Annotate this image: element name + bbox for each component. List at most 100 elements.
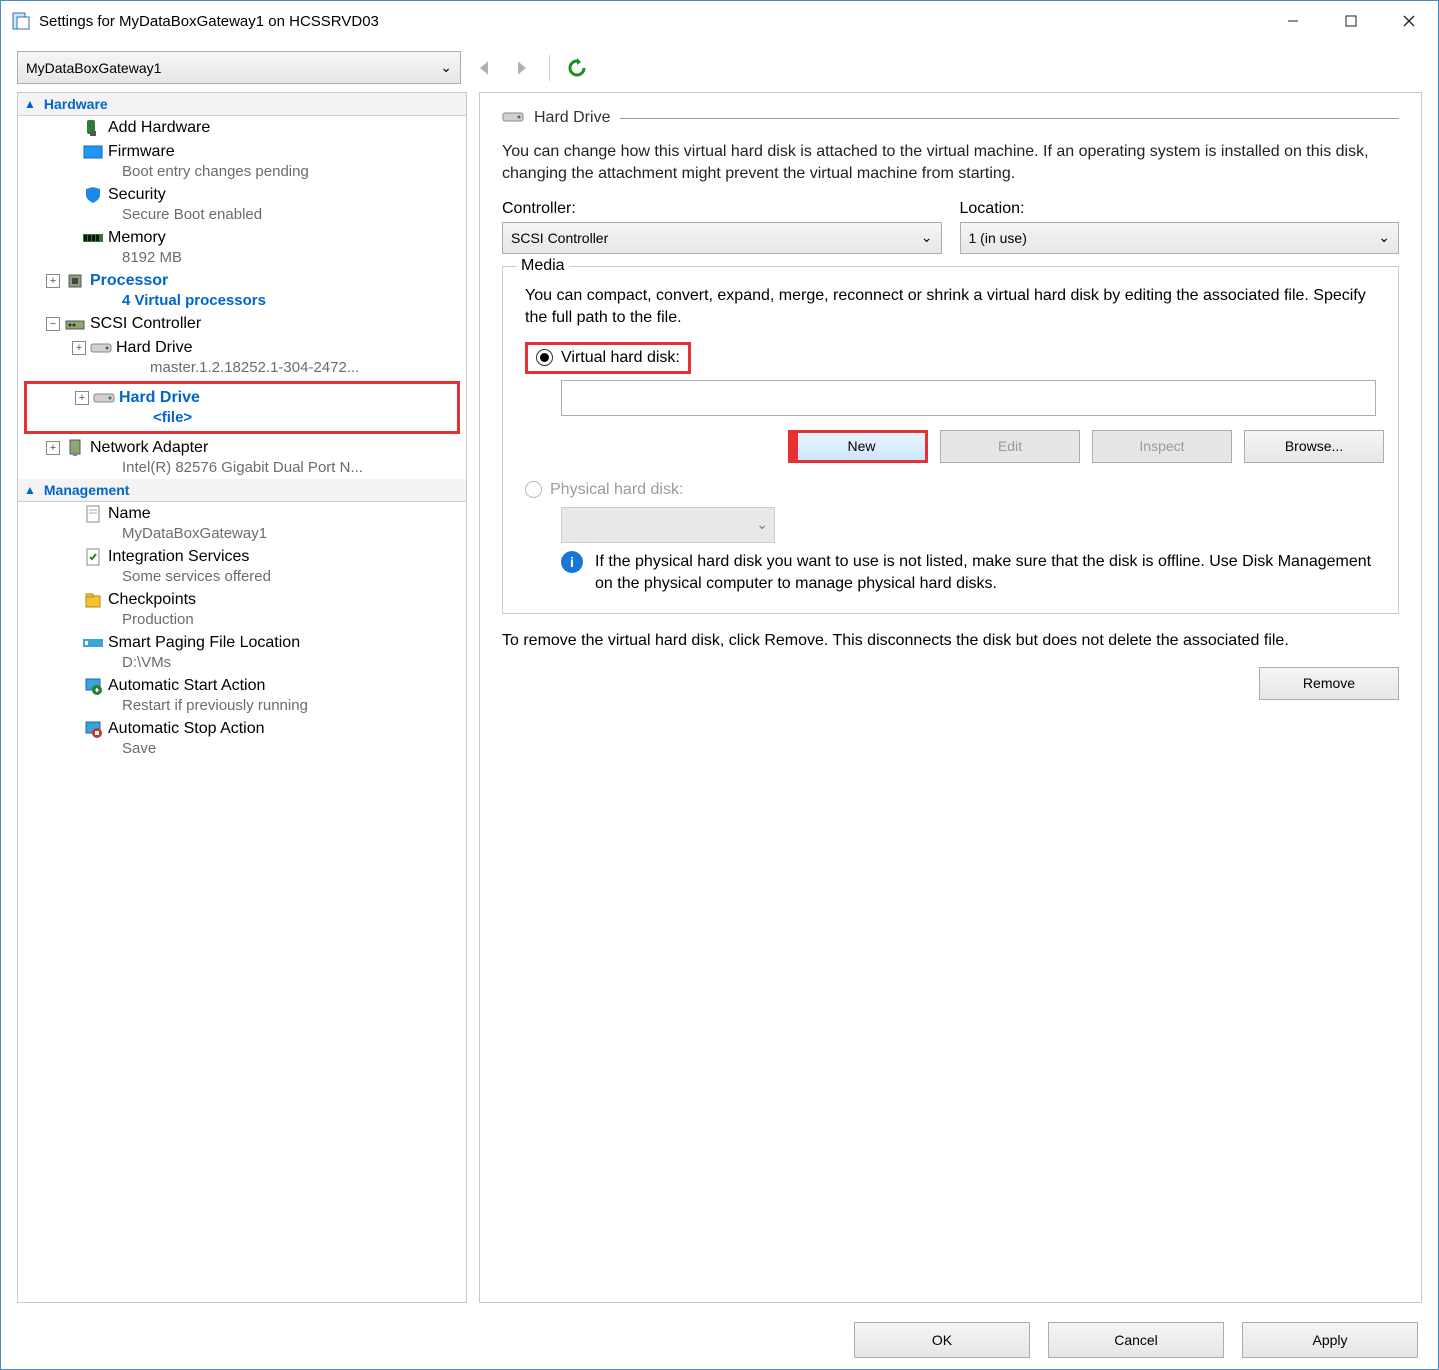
vhd-radio[interactable] <box>536 349 553 366</box>
nav-item-security[interactable]: Security Secure Boot enabled <box>18 183 466 226</box>
nav-item-checkpoints[interactable]: Checkpoints Production <box>18 588 466 631</box>
nav-item-hard-drive-2[interactable]: + Hard Drive <file> <box>27 386 457 429</box>
controller-location-row: Controller: SCSI Controller ⌄ Location: … <box>502 200 1399 254</box>
checkpoints-icon <box>82 591 104 609</box>
vhd-radio-label: Virtual hard disk: <box>561 349 680 367</box>
nav-list: Add Hardware Firmware Boot entry changes… <box>18 116 466 1302</box>
settings-window: Settings for MyDataBoxGateway1 on HCSSRV… <box>0 0 1439 1370</box>
detail-panel: Hard Drive You can change how this virtu… <box>479 92 1422 1303</box>
expand-icon[interactable]: + <box>46 441 60 455</box>
remove-button[interactable]: Remove <box>1259 667 1399 700</box>
hard-drive-icon <box>502 111 524 125</box>
body: ▲ Hardware Add Hardware Firmware <box>1 92 1438 1311</box>
processor-icon <box>64 272 86 290</box>
nav-item-add-hardware[interactable]: Add Hardware <box>18 116 466 140</box>
nav-item-name[interactable]: Name MyDataBoxGateway1 <box>18 502 466 545</box>
nav-item-scsi-controller[interactable]: − SCSI Controller <box>18 312 466 336</box>
browse-button[interactable]: Browse... <box>1244 430 1384 463</box>
chevron-down-icon: ⌄ <box>921 229 933 246</box>
nav-header-label: Management <box>44 482 130 498</box>
nav-back-button[interactable] <box>469 53 499 83</box>
collapse-icon[interactable]: − <box>46 317 60 331</box>
nav-header-hardware[interactable]: ▲ Hardware <box>18 93 466 116</box>
collapse-icon: ▲ <box>24 97 36 111</box>
phys-disk-select: ⌄ <box>561 507 775 543</box>
location-value: 1 (in use) <box>969 230 1027 246</box>
vm-selector-value: MyDataBoxGateway1 <box>26 60 161 76</box>
section-title-line <box>620 118 1399 119</box>
remove-row: Remove <box>502 667 1399 700</box>
inspect-button[interactable]: Inspect <box>1092 430 1232 463</box>
nav-item-hard-drive-2-highlight: + Hard Drive <file> <box>24 381 460 434</box>
media-description: You can compact, convert, expand, merge,… <box>517 285 1384 330</box>
vhd-path-input[interactable] <box>561 380 1376 416</box>
shield-icon <box>82 186 104 204</box>
nav-item-memory[interactable]: Memory 8192 MB <box>18 226 466 269</box>
location-select[interactable]: 1 (in use) ⌄ <box>960 222 1400 254</box>
phys-info-text: If the physical hard disk you want to us… <box>595 551 1380 596</box>
ok-button[interactable]: OK <box>854 1322 1030 1358</box>
vhd-radio-highlight: Virtual hard disk: <box>525 342 691 374</box>
phys-radio-label: Physical hard disk: <box>550 481 683 499</box>
new-button[interactable]: New <box>788 430 928 463</box>
section-title: Hard Drive <box>502 109 1399 127</box>
expand-icon[interactable]: + <box>72 341 86 355</box>
toolbar: MyDataBoxGateway1 ⌄ <box>1 41 1438 92</box>
auto-stop-icon <box>82 720 104 738</box>
close-button[interactable] <box>1380 2 1438 40</box>
vm-selector-dropdown[interactable]: MyDataBoxGateway1 ⌄ <box>17 51 461 84</box>
nav-item-integration-services[interactable]: Integration Services Some services offer… <box>18 545 466 588</box>
memory-icon <box>82 229 104 247</box>
add-hardware-icon <box>82 119 104 137</box>
media-fieldset: Media You can compact, convert, expand, … <box>502 266 1399 615</box>
titlebar: Settings for MyDataBoxGateway1 on HCSSRV… <box>1 1 1438 41</box>
nav-item-hard-drive-1[interactable]: + Hard Drive master.1.2.18252.1-304-2472… <box>18 336 466 379</box>
edit-button[interactable]: Edit <box>940 430 1080 463</box>
cancel-button[interactable]: Cancel <box>1048 1322 1224 1358</box>
expand-icon[interactable]: + <box>46 274 60 288</box>
app-icon <box>11 11 31 31</box>
nav-item-firmware[interactable]: Firmware Boot entry changes pending <box>18 140 466 183</box>
nav-item-network-adapter[interactable]: + Network Adapter Intel(R) 82576 Gigabit… <box>18 436 466 479</box>
nav-item-smart-paging[interactable]: Smart Paging File Location D:\VMs <box>18 631 466 674</box>
info-icon: i <box>561 551 583 573</box>
location-col: Location: 1 (in use) ⌄ <box>960 200 1400 254</box>
nav-item-processor[interactable]: + Processor 4 Virtual processors <box>18 269 466 312</box>
nav-forward-button[interactable] <box>507 53 537 83</box>
integration-icon <box>82 548 104 566</box>
auto-start-icon <box>82 677 104 695</box>
nav-item-auto-start[interactable]: Automatic Start Action Restart if previo… <box>18 674 466 717</box>
phys-radio-row: Physical hard disk: <box>517 481 1384 499</box>
chevron-down-icon: ⌄ <box>756 516 768 533</box>
refresh-button[interactable] <box>562 53 592 83</box>
minimize-button[interactable] <box>1264 2 1322 40</box>
expand-icon[interactable]: + <box>75 391 89 405</box>
nav-item-auto-stop[interactable]: Automatic Stop Action Save <box>18 717 466 760</box>
window-title: Settings for MyDataBoxGateway1 on HCSSRV… <box>39 13 1264 30</box>
hard-drive-icon <box>93 389 115 407</box>
vhd-radio-row: Virtual hard disk: <box>517 342 1384 374</box>
phys-radio[interactable] <box>525 481 542 498</box>
controller-select[interactable]: SCSI Controller ⌄ <box>502 222 942 254</box>
dialog-footer: OK Cancel Apply <box>1 1311 1438 1369</box>
collapse-icon: ▲ <box>24 483 36 497</box>
nav-header-management[interactable]: ▲ Management <box>18 479 466 502</box>
vhd-button-row: New Edit Inspect Browse... <box>517 430 1384 463</box>
firmware-icon <box>82 143 104 161</box>
nav-panel: ▲ Hardware Add Hardware Firmware <box>17 92 467 1303</box>
paging-icon <box>82 634 104 652</box>
location-label: Location: <box>960 200 1400 218</box>
network-adapter-icon <box>64 439 86 457</box>
nav-header-label: Hardware <box>44 96 108 112</box>
section-description: You can change how this virtual hard dis… <box>502 141 1399 186</box>
controller-label: Controller: <box>502 200 942 218</box>
apply-button[interactable]: Apply <box>1242 1322 1418 1358</box>
hard-drive-icon <box>90 339 112 357</box>
toolbar-separator <box>549 55 550 81</box>
section-title-label: Hard Drive <box>534 109 610 127</box>
scsi-icon <box>64 315 86 333</box>
name-icon <box>82 505 104 523</box>
media-legend: Media <box>517 257 569 275</box>
maximize-button[interactable] <box>1322 2 1380 40</box>
controller-col: Controller: SCSI Controller ⌄ <box>502 200 942 254</box>
